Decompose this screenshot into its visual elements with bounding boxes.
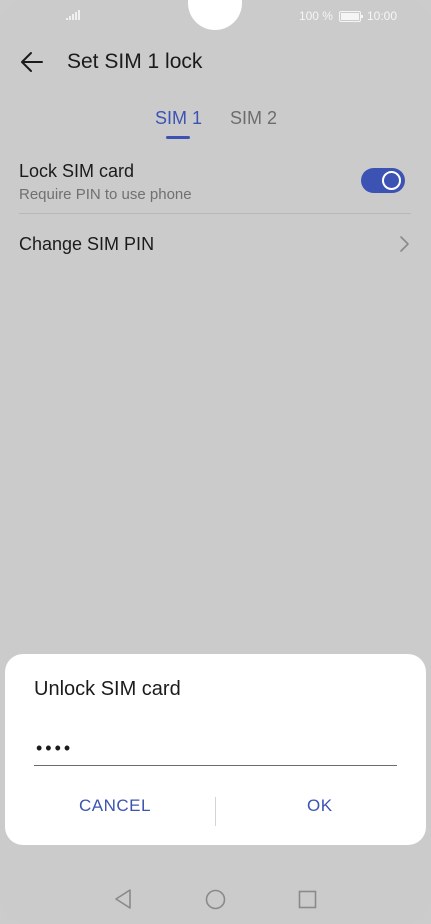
triangle-back-icon[interactable] — [113, 888, 133, 910]
lock-sim-row[interactable]: Lock SIM card Require PIN to use phone — [0, 157, 431, 213]
signal-icon — [66, 10, 80, 20]
toggle-knob — [382, 171, 401, 190]
change-sim-pin-label: Change SIM PIN — [19, 234, 155, 254]
ok-button[interactable]: OK — [307, 796, 333, 816]
square-recent-icon[interactable] — [298, 890, 317, 909]
chevron-right-icon — [400, 236, 409, 252]
arrow-left-icon[interactable] — [18, 48, 48, 76]
tab-active-indicator — [166, 136, 190, 139]
top-app-bar: Set SIM 1 lock — [0, 40, 431, 84]
battery-percent: 100 % — [298, 9, 333, 23]
cancel-button[interactable]: CANCEL — [79, 796, 151, 816]
button-divider — [215, 797, 216, 826]
page-title: Set SIM 1 lock — [67, 50, 203, 73]
lock-sim-label: Lock SIM card — [19, 161, 135, 181]
tab-sim-2[interactable]: SIM 2 — [230, 108, 277, 129]
phone-screen: 100 % 10:00 Set SIM 1 lock SIM 1 SIM 2 L… — [0, 0, 431, 924]
tab-sim-1[interactable]: SIM 1 — [155, 108, 202, 129]
change-sim-pin-row[interactable]: Change SIM PIN — [0, 222, 431, 266]
sim-tabs: SIM 1 SIM 2 — [0, 106, 431, 142]
battery-icon — [338, 10, 363, 22]
status-right: 100 % 10:00 — [299, 9, 397, 23]
row-divider — [19, 213, 411, 214]
circle-home-icon[interactable] — [205, 889, 226, 910]
unlock-sim-dialog: Unlock SIM card CANCEL OK — [5, 654, 426, 845]
system-nav-bar — [0, 880, 431, 920]
dialog-title: Unlock SIM card — [34, 678, 181, 700]
lock-sim-toggle[interactable] — [361, 168, 405, 193]
pin-input[interactable] — [34, 732, 397, 766]
lock-sim-description: Require PIN to use phone — [19, 186, 192, 203]
clock: 10:00 — [366, 9, 397, 23]
